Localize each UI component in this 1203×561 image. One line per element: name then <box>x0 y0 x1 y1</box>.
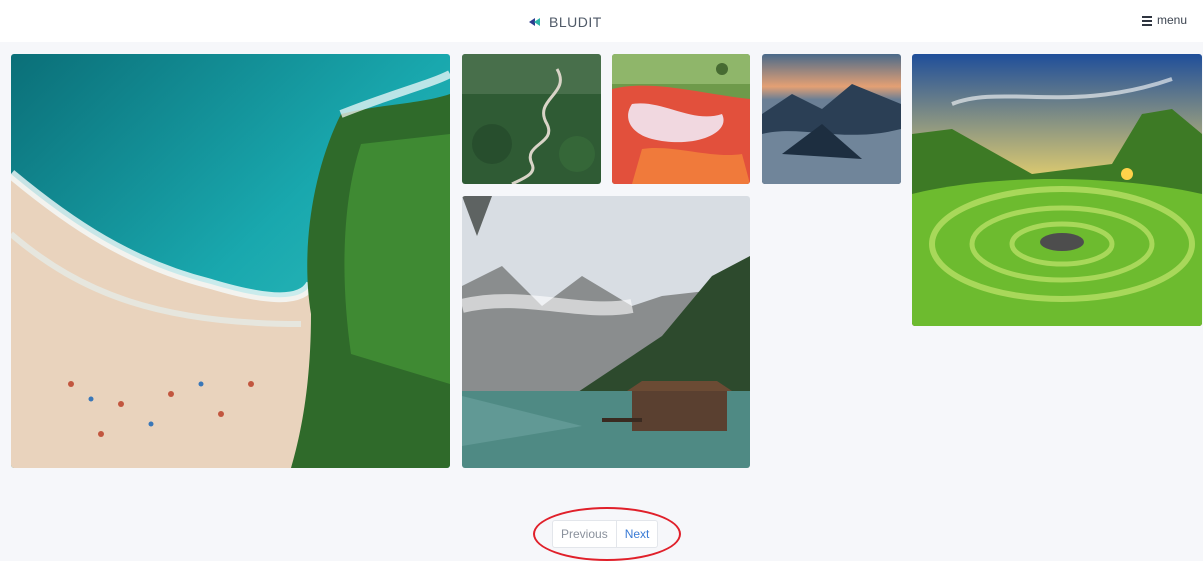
brand-link[interactable]: BLUDIT <box>529 12 602 32</box>
mountain-lake-boathouse-photo[interactable] <box>462 196 750 468</box>
brand-name: BLUDIT <box>549 14 602 30</box>
pagination: Previous Next <box>552 520 659 548</box>
previous-page-button[interactable]: Previous <box>552 520 617 548</box>
bludit-logo-icon <box>529 18 540 26</box>
red-lake-aerial-photo[interactable] <box>612 54 750 184</box>
next-page-button[interactable]: Next <box>616 520 659 548</box>
misty-mountain-valley-photo[interactable] <box>762 54 901 184</box>
top-navbar: BLUDIT menu <box>0 0 1203 42</box>
winding-forest-road-photo[interactable] <box>462 54 601 184</box>
sunset-grass-spiral-photo[interactable] <box>912 54 1202 326</box>
hamburger-icon <box>1141 15 1152 26</box>
menu-button[interactable]: menu <box>1141 13 1187 27</box>
beach-aerial-photo[interactable] <box>11 54 450 468</box>
menu-label: menu <box>1156 13 1187 27</box>
